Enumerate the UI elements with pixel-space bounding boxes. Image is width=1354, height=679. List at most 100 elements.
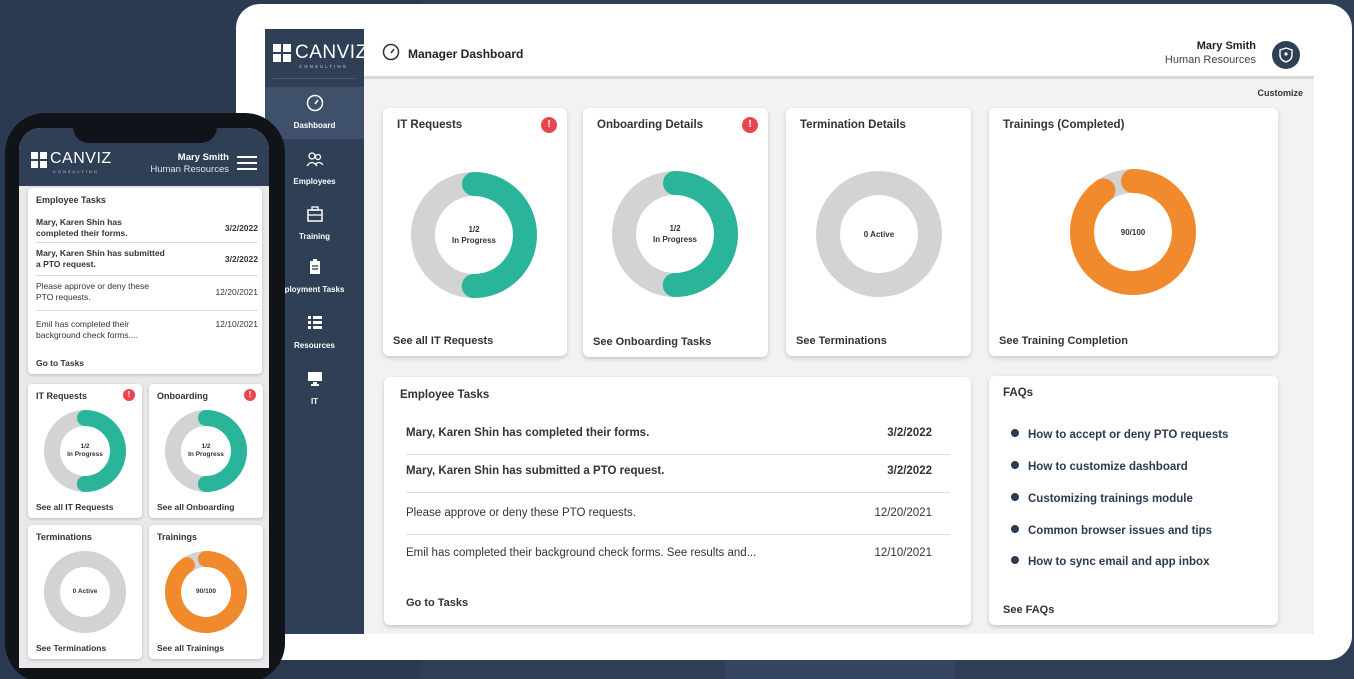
- list-item[interactable]: Mary, Karen Shin has submitted a PTO req…: [36, 248, 258, 276]
- list-item[interactable]: Emil has completed their background chec…: [36, 319, 258, 347]
- bullet-icon: [1011, 493, 1019, 501]
- top-bar: Manager Dashboard Mary Smith Human Resou…: [364, 29, 1314, 79]
- task-date: 3/2/2022: [224, 254, 258, 264]
- mobile-onboarding-card: Onboarding ! 1/2 In Progress See all Onb…: [149, 384, 263, 518]
- gauge-icon: [265, 94, 364, 117]
- mobile-trainings-card: Trainings 90/100 See all Trainings: [149, 525, 263, 659]
- trainings-donut-chart: 90/100: [1070, 169, 1196, 295]
- task-date: 12/20/2021: [874, 507, 932, 519]
- task-text: Mary, Karen Shin has completed their for…: [36, 217, 128, 238]
- donut-value: 90/100: [1120, 227, 1146, 237]
- donut-value: 1/2: [201, 443, 211, 450]
- logo: CANVIZ CONSULTING: [273, 41, 367, 79]
- see-all-it-requests-link[interactable]: See all IT Requests: [393, 335, 493, 347]
- list-item[interactable]: Mary, Karen Shin has completed their for…: [36, 217, 258, 243]
- task-date: 12/20/2021: [215, 287, 258, 297]
- card-title: Employee Tasks: [36, 195, 106, 205]
- donut-value: 1/2: [669, 224, 681, 233]
- donut-value: 0 Active: [72, 588, 98, 595]
- donut-label: In Progress: [451, 236, 496, 245]
- see-onboarding-tasks-link[interactable]: See Onboarding Tasks: [593, 336, 711, 348]
- task-text: Please approve or deny these PTO request…: [36, 281, 149, 302]
- donut-label: In Progress: [652, 235, 697, 244]
- table-row[interactable]: Mary, Karen Shin has completed their for…: [406, 415, 950, 455]
- onboarding-donut-chart: 1/2 In Progress: [165, 410, 247, 492]
- page-title: Manager Dashboard: [408, 47, 524, 61]
- card-title: Trainings (Completed): [1003, 119, 1125, 131]
- see-training-completion-link[interactable]: See Training Completion: [999, 335, 1128, 347]
- task-date: 3/2/2022: [887, 465, 932, 477]
- sidebar-item-dashboard[interactable]: Dashboard: [265, 87, 364, 139]
- phone-notch: [73, 115, 217, 143]
- hamburger-menu-icon[interactable]: [237, 156, 257, 170]
- it-donut-chart: 1/2 In Progress: [44, 410, 126, 492]
- table-row[interactable]: Emil has completed their background chec…: [406, 535, 950, 575]
- donut-value: 1/2: [80, 443, 90, 450]
- card-title: Termination Details: [800, 119, 906, 131]
- customize-link[interactable]: Customize: [1257, 88, 1303, 98]
- alert-icon: !: [541, 117, 557, 133]
- logo-subtext: CONSULTING: [299, 64, 349, 69]
- task-text: Please approve or deny these PTO request…: [406, 507, 636, 519]
- avatar[interactable]: [1272, 41, 1300, 69]
- terminations-donut-chart: 0 Active: [44, 551, 126, 633]
- see-all-onboarding-link[interactable]: See all Onboarding: [157, 502, 234, 512]
- table-row[interactable]: Please approve or deny these PTO request…: [406, 495, 950, 535]
- card-title: IT Requests: [397, 119, 463, 131]
- mobile-it-requests-card: IT Requests ! 1/2 In Progress See all IT…: [28, 384, 142, 518]
- card-title: Employee Tasks: [400, 389, 490, 401]
- logo-text: CANVIZ: [295, 42, 368, 63]
- bullet-icon: [1011, 461, 1019, 469]
- task-date: 12/10/2021: [874, 547, 932, 559]
- see-terminations-link[interactable]: See Terminations: [796, 335, 887, 347]
- user-info: Mary Smith Human Resources: [150, 152, 229, 175]
- faq-item[interactable]: How to sync email and app inbox: [1011, 556, 1209, 568]
- card-title: Onboarding: [157, 391, 208, 401]
- task-date: 3/2/2022: [887, 427, 932, 439]
- logo-text: CANVIZ: [50, 150, 112, 167]
- user-info: Mary Smith Human Resources: [1165, 40, 1256, 66]
- see-faqs-link[interactable]: See FAQs: [1003, 604, 1054, 616]
- tablet-screen: CANVIZ CONSULTING Dashboard Employees Tr…: [265, 29, 1314, 634]
- it-donut-chart: 1/2 In Progress: [411, 172, 537, 298]
- termination-donut-chart: 0 Active: [816, 171, 942, 297]
- faq-item[interactable]: Common browser issues and tips: [1011, 525, 1212, 537]
- bullet-icon: [1011, 525, 1019, 533]
- card-title: Onboarding Details: [597, 119, 704, 131]
- mobile-terminations-card: Terminations 0 Active See Terminations: [28, 525, 142, 659]
- card-title: FAQs: [1003, 387, 1034, 399]
- donut-value: 90/100: [196, 588, 216, 595]
- user-name: Mary Smith: [177, 152, 229, 163]
- see-all-it-requests-link[interactable]: See all IT Requests: [36, 502, 113, 512]
- faqs-card: FAQs How to accept or deny PTO requests …: [989, 376, 1278, 625]
- user-name: Mary Smith: [1196, 40, 1256, 52]
- alert-icon: !: [742, 117, 758, 133]
- bullet-icon: [1011, 429, 1019, 437]
- faq-item[interactable]: How to accept or deny PTO requests: [1011, 429, 1228, 441]
- list-item[interactable]: Please approve or deny these PTO request…: [36, 281, 258, 311]
- onboarding-card: Onboarding Details ! 1/2 In Progress See…: [583, 108, 768, 357]
- mobile-employee-tasks-card: Employee Tasks Mary, Karen Shin has comp…: [28, 188, 262, 374]
- faq-item[interactable]: How to customize dashboard: [1011, 461, 1188, 473]
- termination-card: Termination Details 0 Active See Termina…: [786, 108, 971, 356]
- task-text: Mary, Karen Shin has submitted a PTO req…: [406, 465, 665, 477]
- donut-value: 1/2: [468, 225, 480, 234]
- phone-screen: CANVIZ CONSULTING Mary Smith Human Resou…: [19, 128, 269, 668]
- logo-mark-icon: [273, 44, 293, 62]
- gauge-icon: [382, 43, 400, 66]
- it-requests-card: IT Requests ! 1/2 In Progress See all IT…: [383, 108, 567, 356]
- task-date: 12/10/2021: [215, 319, 258, 329]
- faq-item[interactable]: Customizing trainings module: [1011, 493, 1193, 505]
- table-row[interactable]: Mary, Karen Shin has submitted a PTO req…: [406, 453, 950, 493]
- card-title: Trainings: [157, 532, 198, 542]
- sidebar-item-label: Dashboard: [293, 121, 336, 130]
- donut-label: In Progress: [67, 451, 103, 458]
- onboarding-donut-chart: 1/2 In Progress: [612, 171, 738, 297]
- go-to-tasks-link[interactable]: Go to Tasks: [406, 597, 468, 609]
- see-all-trainings-link[interactable]: See all Trainings: [157, 643, 224, 653]
- logo-mark-icon: [31, 152, 51, 170]
- see-terminations-link[interactable]: See Terminations: [36, 643, 106, 653]
- go-to-tasks-link[interactable]: Go to Tasks: [36, 358, 84, 368]
- trainings-donut-chart: 90/100: [165, 551, 247, 633]
- card-title: IT Requests: [36, 391, 88, 401]
